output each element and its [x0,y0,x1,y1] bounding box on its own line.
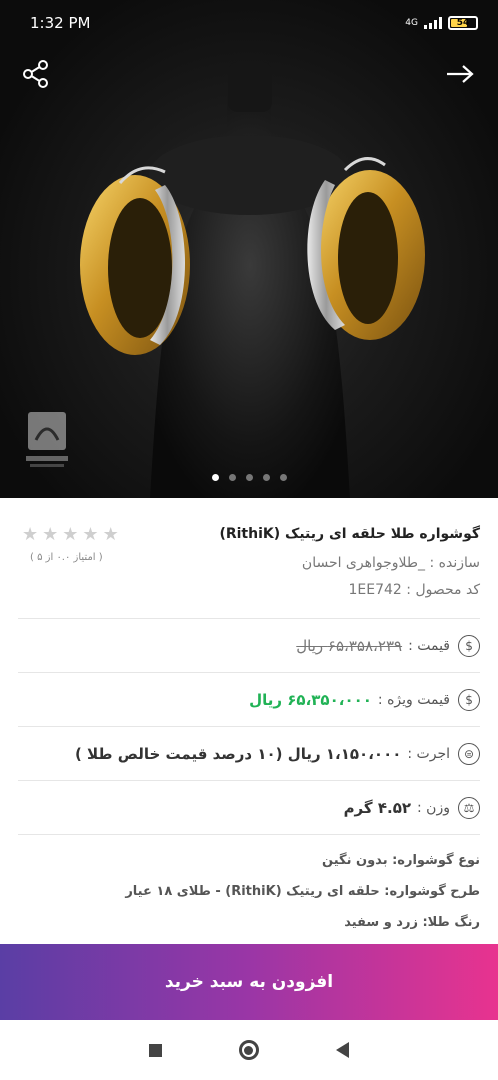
battery-icon: 54 [448,16,478,30]
price-row: $ قیمت : ۶۵،۳۵۸،۲۳۹ ریال [18,618,480,672]
product-code: کد محصول : 1EE742 [348,582,481,598]
product-details: نوع گوشواره: بدون نگین طرح گوشواره: حلقه… [18,834,480,938]
price-label: قیمت : [408,637,450,654]
weight-row: ⚖ وزن : ۴.۵۲ گرم [18,780,480,834]
wage-row: ⊜ اجرت : ۱،۱۵۰،۰۰۰ ریال (۱۰ درصد قیمت خا… [18,726,480,780]
pager-dot[interactable] [262,474,270,481]
rating-stars[interactable]: ★ ★ ★ ★ ★ [22,524,119,545]
scale-icon: ⚖ [458,796,480,819]
product-info: گوشواره طلا حلقه ای ریتیک (RithiK) سازند… [0,498,498,938]
wage-value: ۱،۱۵۰،۰۰۰ ریال (۱۰ درصد قیمت خالص طلا ) [74,744,402,763]
special-price-row: $ قیمت ویژه : ۶۵،۳۵۰،۰۰۰ ریال [18,672,480,726]
signal-icon [424,17,442,29]
share-button[interactable] [16,54,56,94]
pager-dot[interactable] [279,474,287,481]
image-pager [0,474,498,481]
product-photo [80,62,425,498]
battery-level: 54 [456,18,470,28]
status-time: 1:32 PM [30,14,91,32]
star-icon: ★ [62,524,79,545]
system-nav-bar [0,1020,498,1080]
detail-line: رنگ طلا: زرد و سفید [344,915,480,930]
watermark-logo [22,410,72,472]
arrow-right-icon [447,65,474,83]
pager-dot[interactable] [245,474,253,481]
wage-label: اجرت : [407,745,450,762]
recents-icon[interactable] [148,1043,162,1057]
star-icon: ★ [82,524,99,545]
pager-dot[interactable] [228,474,236,481]
special-price-value: ۶۵،۳۵۰،۰۰۰ ریال [249,690,372,709]
dollar-icon: $ [458,688,480,711]
rating-text: ( امتیاز ۰.۰ از ۵ ) [30,552,103,563]
home-icon[interactable] [238,1040,259,1060]
dollar-icon: $ [458,634,480,657]
add-to-cart-button[interactable]: افزودن به سبد خرید [0,944,498,1020]
product-title: گوشواره طلا حلقه ای ریتیک (RithiK) [219,526,480,542]
share-icon [23,60,48,88]
back-icon[interactable] [336,1042,350,1058]
weight-value: ۴.۵۲ گرم [343,798,412,817]
network-type: 4G [405,18,418,28]
back-button[interactable] [440,54,480,94]
pager-dot[interactable] [211,474,219,481]
product-maker[interactable]: سازنده : _طلاوجواهری احسان [302,555,480,571]
coins-icon: ⊜ [458,742,480,765]
product-image[interactable] [0,0,498,498]
price-value: ۶۵،۳۵۸،۲۳۹ ریال [296,636,403,655]
detail-line: نوع گوشواره: بدون نگین [322,853,480,868]
weight-label: وزن : [417,799,450,816]
star-icon: ★ [22,524,39,545]
star-icon: ★ [42,524,59,545]
status-bar: 1:32 PM 4G 54 [0,0,498,46]
detail-line: طرح گوشواره: حلقه ای ریتیک (RithiK) - طل… [125,884,480,899]
special-price-label: قیمت ویژه : [377,691,450,708]
star-icon: ★ [102,524,119,545]
